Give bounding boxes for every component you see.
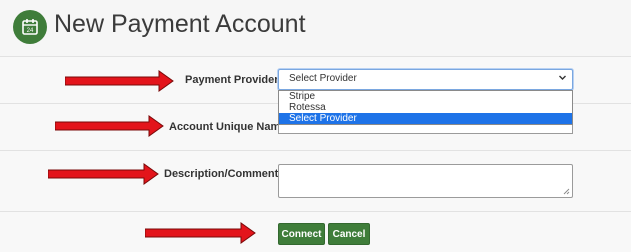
option-rotessa[interactable]: Rotessa	[279, 102, 572, 113]
connect-button[interactable]: Connect	[278, 223, 325, 245]
option-select-provider[interactable]: Select Provider	[279, 113, 572, 124]
option-stripe[interactable]: Stripe	[279, 91, 572, 102]
description-label: Description/Comments:	[164, 168, 289, 180]
calendar-icon: 24	[13, 10, 47, 44]
red-arrow-icon	[65, 70, 174, 92]
payment-provider-selected-value: Select Provider	[289, 73, 357, 84]
red-arrow-icon	[55, 115, 164, 137]
page: 24 New Payment Account Payment Provider:…	[0, 0, 631, 252]
page-header: 24 New Payment Account	[0, 0, 631, 57]
account-unique-name-label: Account Unique Name:	[169, 121, 291, 133]
description-textarea[interactable]	[278, 164, 573, 198]
page-title: New Payment Account	[54, 10, 306, 38]
resize-handle-icon[interactable]	[563, 188, 570, 195]
chevron-down-icon	[559, 75, 566, 80]
payment-provider-label: Payment Provider:	[185, 74, 283, 86]
payment-provider-select[interactable]: Select Provider	[278, 69, 573, 90]
calendar-icon-text: 24	[27, 28, 34, 34]
payment-provider-dropdown: Stripe Rotessa Select Provider	[278, 90, 573, 125]
red-arrow-icon	[145, 222, 256, 244]
red-arrow-icon	[48, 163, 159, 185]
cancel-button[interactable]: Cancel	[328, 223, 370, 245]
